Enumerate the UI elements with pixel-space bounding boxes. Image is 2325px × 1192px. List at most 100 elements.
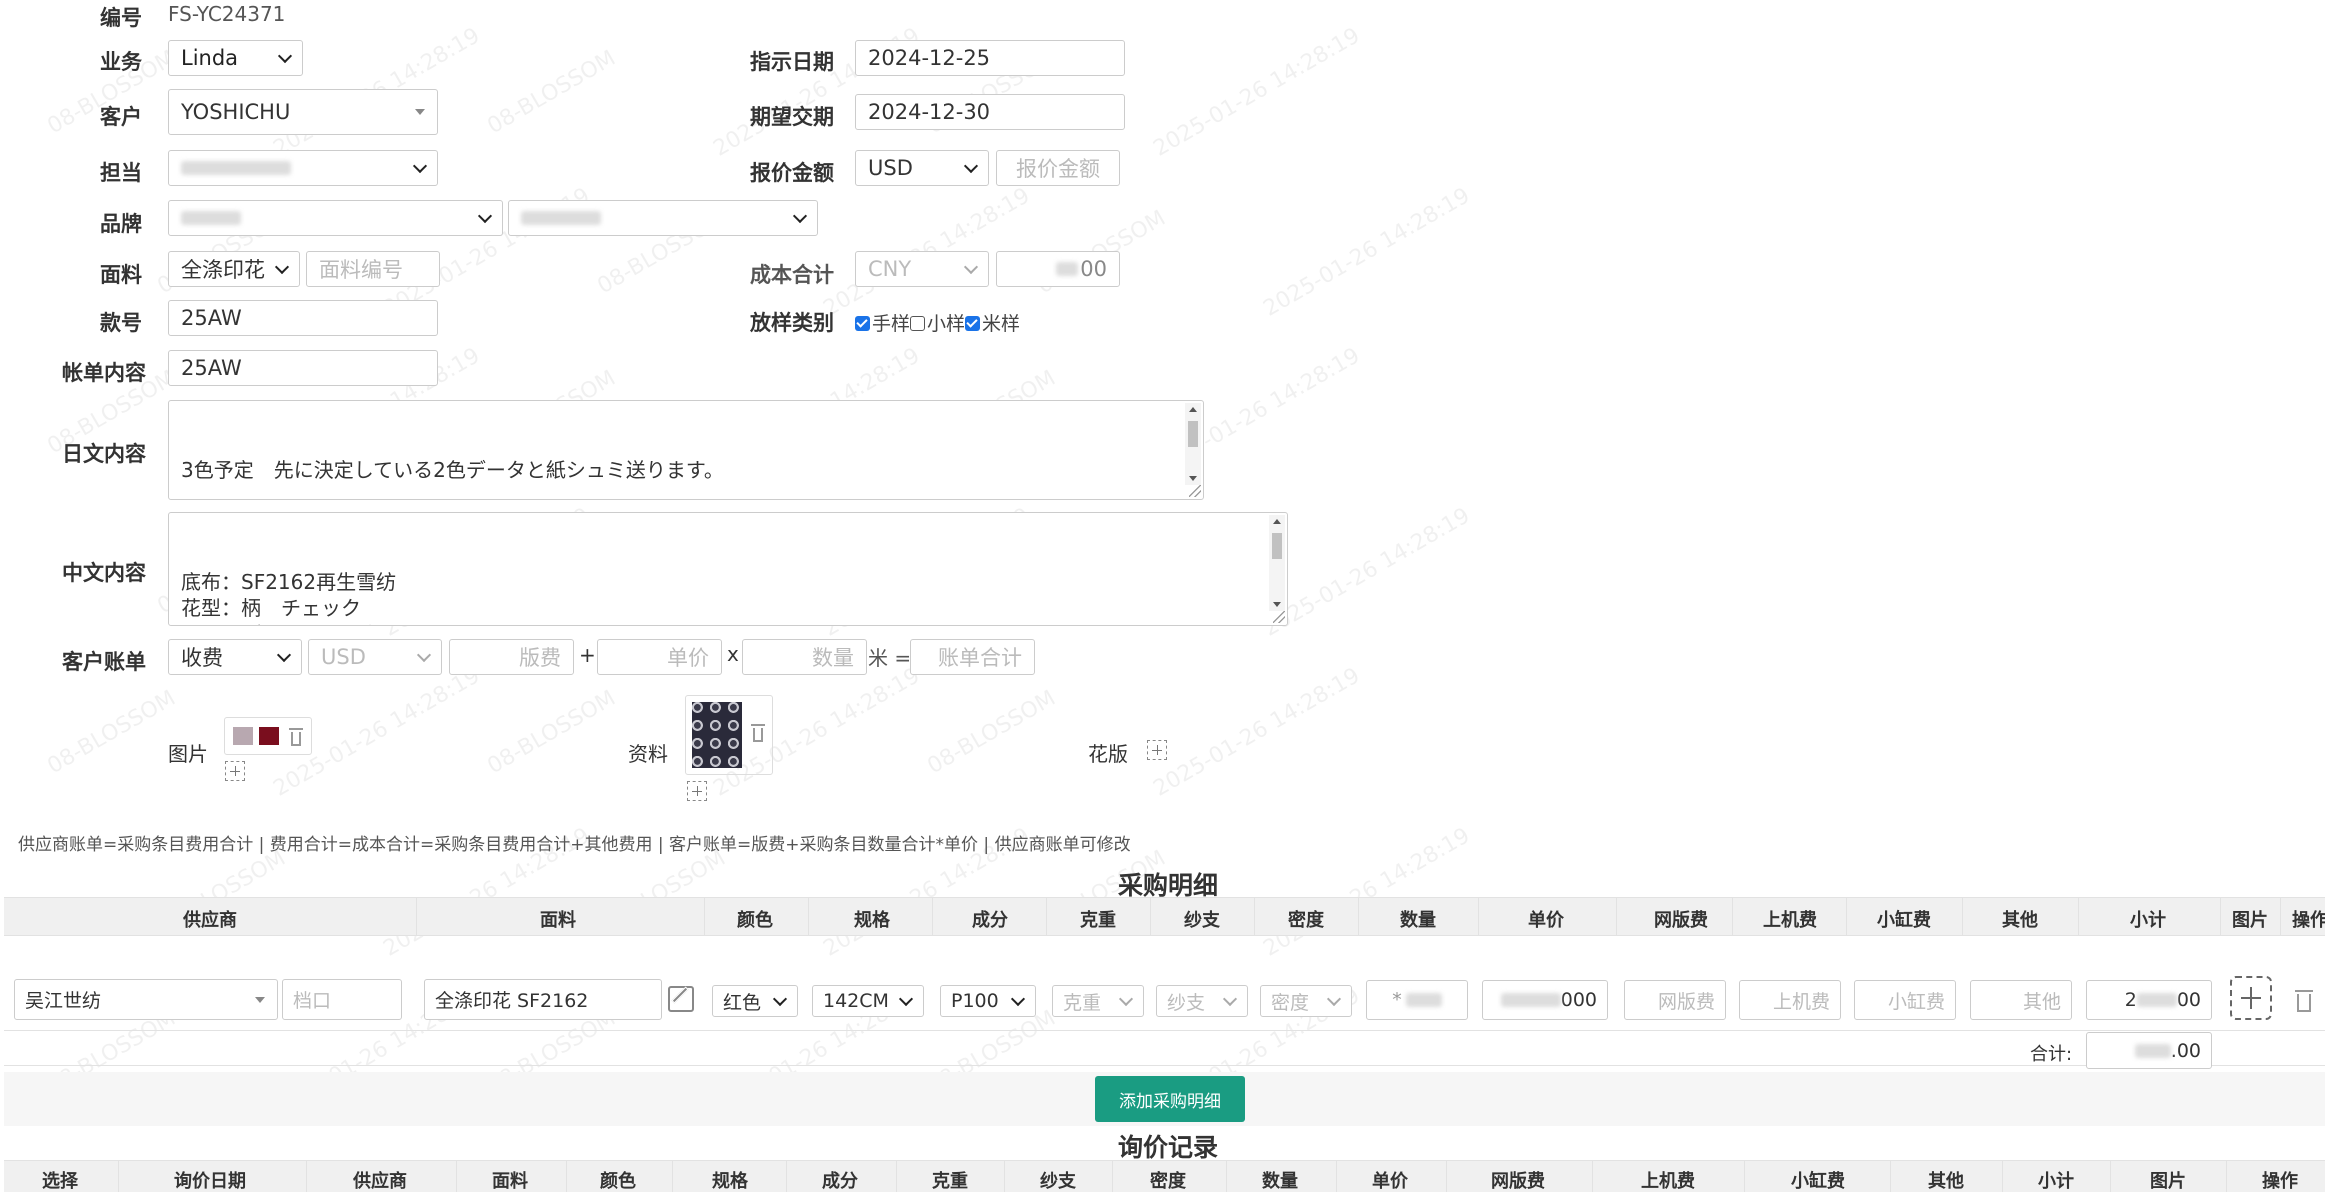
code-label: 编号 [100,6,142,30]
sub-brand-select[interactable] [508,200,818,236]
delete-icon[interactable] [288,728,304,746]
column-divider [704,898,705,935]
column-divider [1846,898,1847,935]
style-input[interactable]: 25AW [168,300,438,336]
add-picture-icon[interactable] [2230,976,2272,1020]
cn-scrollbar[interactable] [1269,515,1285,611]
stall-input[interactable]: 档口 [282,979,402,1020]
quote-currency-select[interactable]: USD [855,150,989,186]
sample-checkbox-meter[interactable] [965,316,981,331]
add-image-icon[interactable] [225,761,245,781]
column-divider [1004,1161,1005,1192]
thumbnail-image[interactable] [233,727,253,745]
column-divider [1336,1161,1337,1192]
sample-type-label: 放样类别 [750,311,834,335]
business-select[interactable]: Linda [168,40,303,76]
weight-select[interactable]: 克重 [1052,985,1144,1017]
image-thumbnails [224,717,312,755]
machine-fee-input[interactable]: 上机费 [1739,980,1841,1020]
jp-scrollbar[interactable] [1185,403,1201,485]
sample-option-label: 手样 [872,313,911,335]
column-header: 操作 [2262,1171,2298,1192]
resize-handle-icon[interactable] [1189,485,1201,497]
bill-content-input[interactable]: 25AW [168,350,438,386]
column-divider [1150,898,1151,935]
add-plate-icon[interactable] [1147,740,1167,760]
fabric-select[interactable]: 全涤印花 [168,251,300,287]
column-divider [672,1161,673,1192]
delete-icon[interactable] [750,724,766,742]
thumbnail-image[interactable] [259,727,279,745]
column-header: 供应商 [353,1171,407,1192]
inquiry-table-header: 选择 询价日期 供应商 面料 颜色 规格 成分 克重 纱支 密度 数量 单价 网版费 上机费 小缸费 其他 小计… [4,1160,2325,1192]
sample-checkbox-hand[interactable] [855,316,870,331]
add-purchase-detail-button[interactable]: 添加采购明细 [1095,1076,1245,1122]
watermark-text: 08-BLOSSOM [923,685,1060,780]
plate-fee-input[interactable]: 版费 [449,639,574,675]
sample-type-group: 手样 小样 米样 [855,309,1020,336]
column-divider [1254,898,1255,935]
column-divider [2220,898,2221,935]
jp-content-textarea[interactable]: 3色予定 先に決定している2色データと紙シュミ送ります。 残り1色は追ってご連絡… [168,400,1204,500]
meter-equals: 米 = [868,646,912,670]
density-select[interactable]: 密度 [1260,985,1352,1017]
customer-bill-currency-select[interactable]: USD [308,639,442,675]
column-header: 上机费 [1763,910,1817,931]
yarn-select[interactable]: 纱支 [1156,985,1248,1017]
sample-checkbox-small[interactable] [910,316,926,331]
column-header: 网版费 [1491,1171,1545,1192]
column-header: 面料 [492,1171,528,1192]
purchase-table-header: 供应商 面料 颜色 规格 成分 克重 纱支 密度 数量 单价 网版费 上机费 小缸费 其他 小计 图片 操作 [4,897,2325,936]
expect-date-input[interactable]: 2024-12-30 [855,94,1125,130]
unit-price-input[interactable]: 单价 [597,639,722,675]
edit-icon[interactable] [668,986,694,1012]
column-header: 纱支 [1040,1171,1076,1192]
quote-amount-label: 报价金额 [750,161,834,185]
fabric-no-input[interactable]: 面料编号 [306,251,440,287]
cost-currency-select[interactable]: CNY [855,251,989,287]
spec-select[interactable]: 142CM [812,985,924,1017]
column-header: 单价 [1372,1171,1408,1192]
fabric-input[interactable]: 全涤印花 SF2162 [424,979,662,1020]
brand-select[interactable] [168,200,503,236]
column-header: 询价日期 [174,1171,246,1192]
column-header: 网版费 [1654,910,1708,931]
delete-row-icon[interactable] [2294,990,2314,1012]
qty-cell-input[interactable]: * [1366,980,1468,1020]
cn-content-label: 中文内容 [62,561,146,585]
quote-amount-input[interactable]: 报价金额 [996,150,1120,186]
watermark-text: 08-BLOSSOM [483,685,620,780]
column-header: 克重 [932,1171,968,1192]
indicate-date-input[interactable]: 2024-12-25 [855,40,1125,76]
owner-label: 担当 [100,161,142,185]
owner-select[interactable] [168,150,438,186]
column-header: 小缸费 [1791,1171,1845,1192]
total-input[interactable]: .00 [2086,1032,2212,1069]
formula-note: 供应商账单=采购条目费用合计 | 费用合计=成本合计=采购条目费用合计+其他费用… [18,835,1131,855]
column-divider [1616,898,1617,935]
customer-bill-type-select[interactable]: 收费 [168,639,302,675]
add-material-icon[interactable] [687,781,707,801]
cost-total-input[interactable]: 00 [996,251,1120,287]
column-header: 成分 [972,910,1008,931]
column-divider [2226,1161,2227,1192]
cn-content-textarea[interactable]: 底布：SF2162再生雪纺 花型：柄 チェック ぼかしチェック https://… [168,512,1288,626]
watermark-text: 2025-01-26 14:28:19 [1149,23,1365,162]
customer-select[interactable]: YOSHICHU [168,89,438,135]
composition-select[interactable]: P100 [940,985,1036,1017]
bill-total-input[interactable]: 账单合计 [910,639,1035,675]
small-vat-fee-input[interactable]: 小缸费 [1854,980,1956,1020]
column-divider [1732,898,1733,935]
screen-fee-input[interactable]: 网版费 [1624,980,1726,1020]
other-fee-input[interactable]: 其他 [1970,980,2072,1020]
resize-handle-icon[interactable] [1273,611,1285,623]
subtotal-input[interactable]: 2 00 [2086,980,2212,1020]
qty-input[interactable]: 数量 [742,639,867,675]
supplier-select[interactable]: 吴江世纺 [14,979,278,1020]
column-header: 数量 [1262,1171,1298,1192]
unit-price-cell-input[interactable]: 000 [1482,980,1608,1020]
color-select[interactable]: 红色 [712,985,798,1017]
column-divider [2280,898,2281,935]
watermark-text: 2025-01-26 14:28:19 [1149,663,1365,802]
material-image[interactable] [692,702,742,768]
